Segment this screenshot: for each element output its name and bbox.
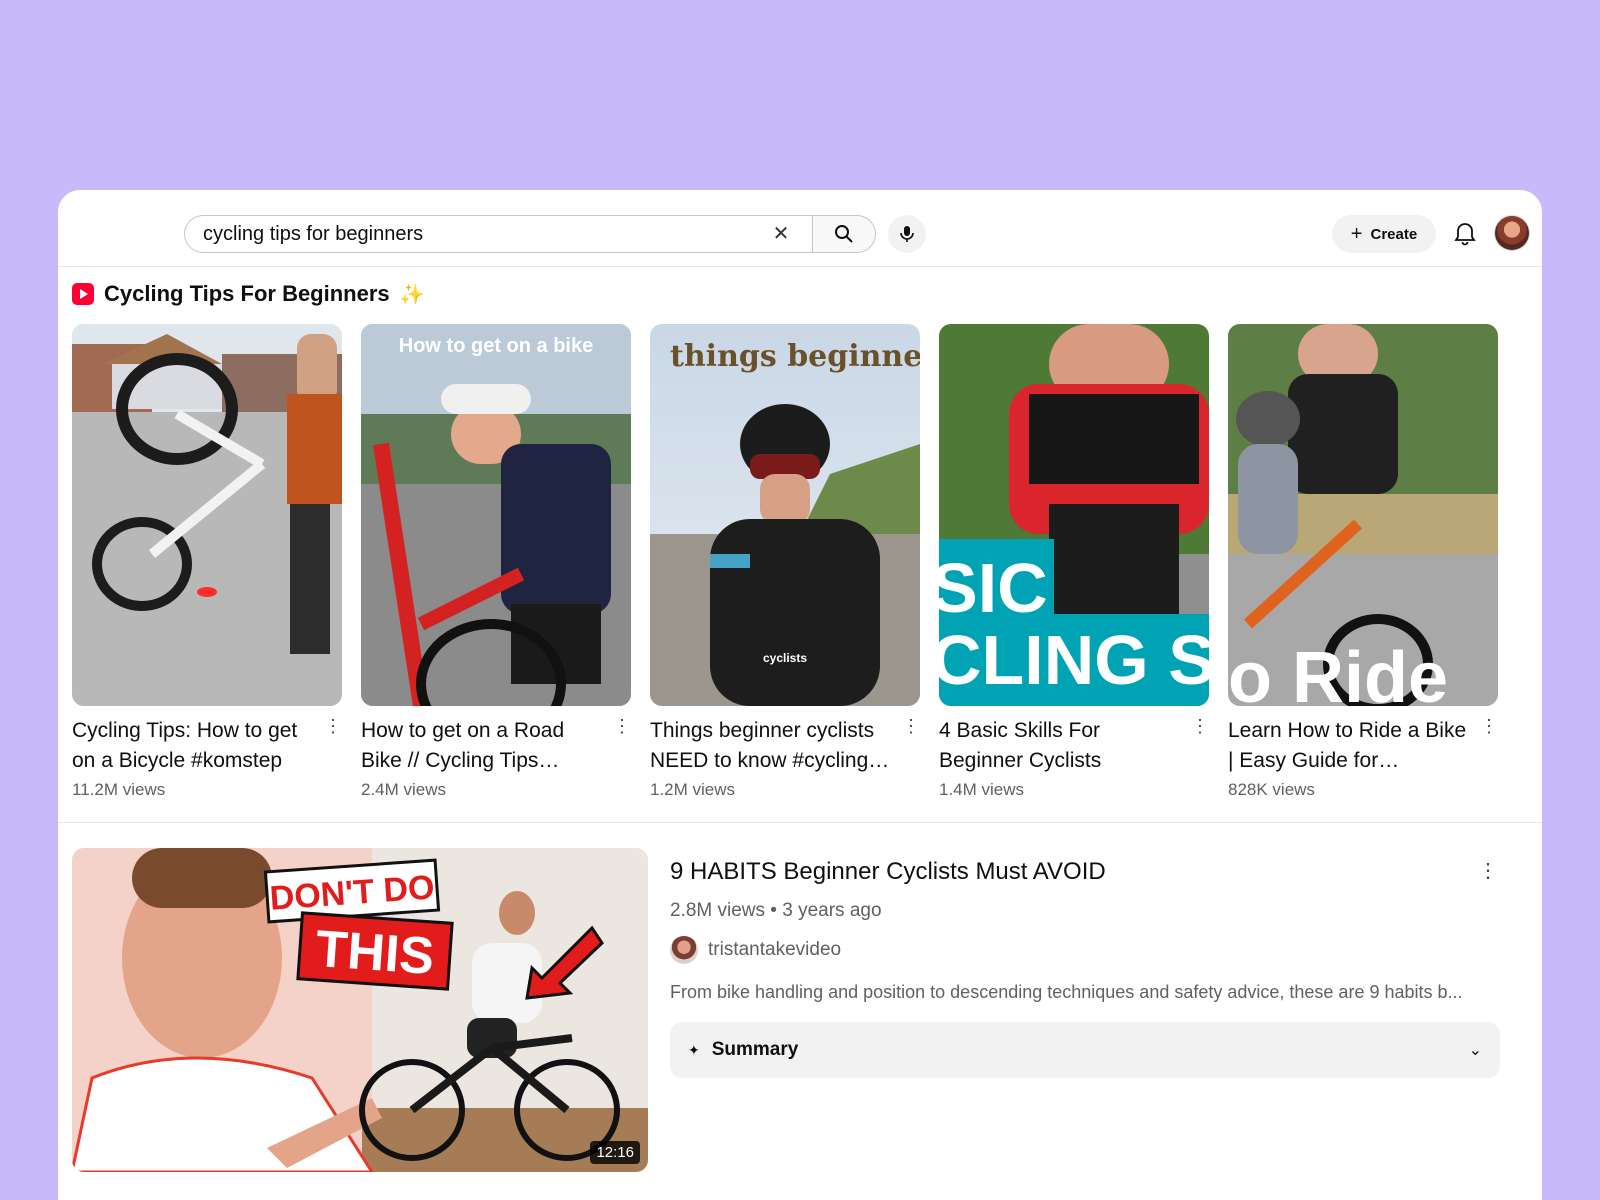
channel-name[interactable]: tristantakevideo [708,939,841,961]
sparkle-icon: ✨ [399,283,425,306]
video-title[interactable]: 9 HABITS Beginner Cyclists Must AVOID [670,858,1106,886]
short-views: 11.2M views [72,780,166,799]
channel-link[interactable]: tristantakevideo [670,936,841,964]
voice-search-button[interactable] [888,215,926,253]
summary-toggle[interactable]: ✦ Summary ⌄ [670,1022,1500,1078]
thumb-text-secondary: THIS [314,920,436,986]
more-options-icon[interactable]: ⋮ [1478,858,1498,883]
top-bar: ✕ + Create [58,190,1542,267]
more-options-icon[interactable]: ⋮ [324,717,342,738]
shorts-title: Cycling Tips For Beginners [104,281,390,306]
short-title[interactable]: 4 Basic Skills For Beginner Cyclists [939,716,1179,776]
short-title[interactable]: Learn How to Ride a Bike | Easy Guide fo… [1228,716,1468,776]
more-options-icon[interactable]: ⋮ [1191,717,1209,738]
short-card[interactable]: How to get on a bike How to get on a Roa… [361,324,631,799]
short-overlay-text: o Ride [1228,638,1448,706]
short-thumbnail[interactable]: o Ride [1228,324,1498,706]
short-views: 828K views [1228,780,1315,799]
short-thumbnail[interactable]: How to get on a bike [361,324,631,706]
short-views: 1.2M views [650,780,736,799]
sparkle-icon: ✦ [688,1041,700,1058]
short-thumbnail[interactable]: SIC CLING S [939,324,1209,706]
avatar[interactable] [1494,215,1530,251]
close-icon[interactable]: ✕ [769,222,793,246]
short-thumbnail[interactable]: things beginners cyclists [650,324,920,706]
shorts-icon [72,283,94,305]
search-input[interactable] [203,216,743,252]
search-button[interactable] [812,215,876,253]
short-overlay-text: things beginners [670,339,920,374]
short-card[interactable]: Cycling Tips: How to get on a Bicycle #k… [72,324,342,799]
short-card[interactable]: o Ride Learn How to Ride a Bike | Easy G… [1228,324,1498,799]
short-views: 1.4M views [939,780,1025,799]
summary-label: Summary [711,1039,799,1060]
more-options-icon[interactable]: ⋮ [613,717,631,738]
short-thumbnail[interactable] [72,324,342,706]
short-overlay-text: SIC [939,549,1048,627]
channel-avatar[interactable] [670,936,698,964]
browser-window: ✕ + Create Cycling Tips For Beginners ✨ [58,190,1542,1200]
video-description: From bike handling and position to desce… [670,982,1463,1002]
short-overlay-caption: cyclists [763,651,807,665]
search-box[interactable]: ✕ [184,215,812,253]
short-views: 2.4M views [361,780,447,799]
short-card[interactable]: SIC CLING S 4 Basic Skills For Beginner … [939,324,1209,799]
mic-icon [900,226,914,242]
section-divider [58,822,1542,823]
more-options-icon[interactable]: ⋮ [1480,717,1498,738]
chevron-down-icon: ⌄ [1468,1042,1482,1059]
short-card[interactable]: things beginners cyclists Things beginne… [650,324,920,799]
short-overlay-caption: CLING S [939,621,1209,699]
short-overlay-text: How to get on a bike [399,335,593,357]
video-meta: 2.8M views • 3 years ago [670,900,882,921]
bell-icon[interactable] [1452,221,1478,247]
short-title[interactable]: Cycling Tips: How to get on a Bicycle #k… [72,716,312,776]
plus-icon: + [1350,223,1363,245]
search-icon [835,225,853,243]
shorts-row: Cycling Tips: How to get on a Bicycle #k… [72,324,1530,804]
video-duration: 12:16 [590,1141,640,1164]
short-title[interactable]: Things beginner cyclists NEED to know #c… [650,716,890,776]
video-thumbnail[interactable]: DON'T DO THIS 12:16 [72,848,648,1172]
more-options-icon[interactable]: ⋮ [902,717,920,738]
short-title[interactable]: How to get on a Road Bike // Cycling Tip… [361,716,601,776]
shorts-header: Cycling Tips For Beginners ✨ [72,280,425,308]
create-label: Create [1370,225,1418,243]
create-button[interactable]: + Create [1332,215,1436,253]
